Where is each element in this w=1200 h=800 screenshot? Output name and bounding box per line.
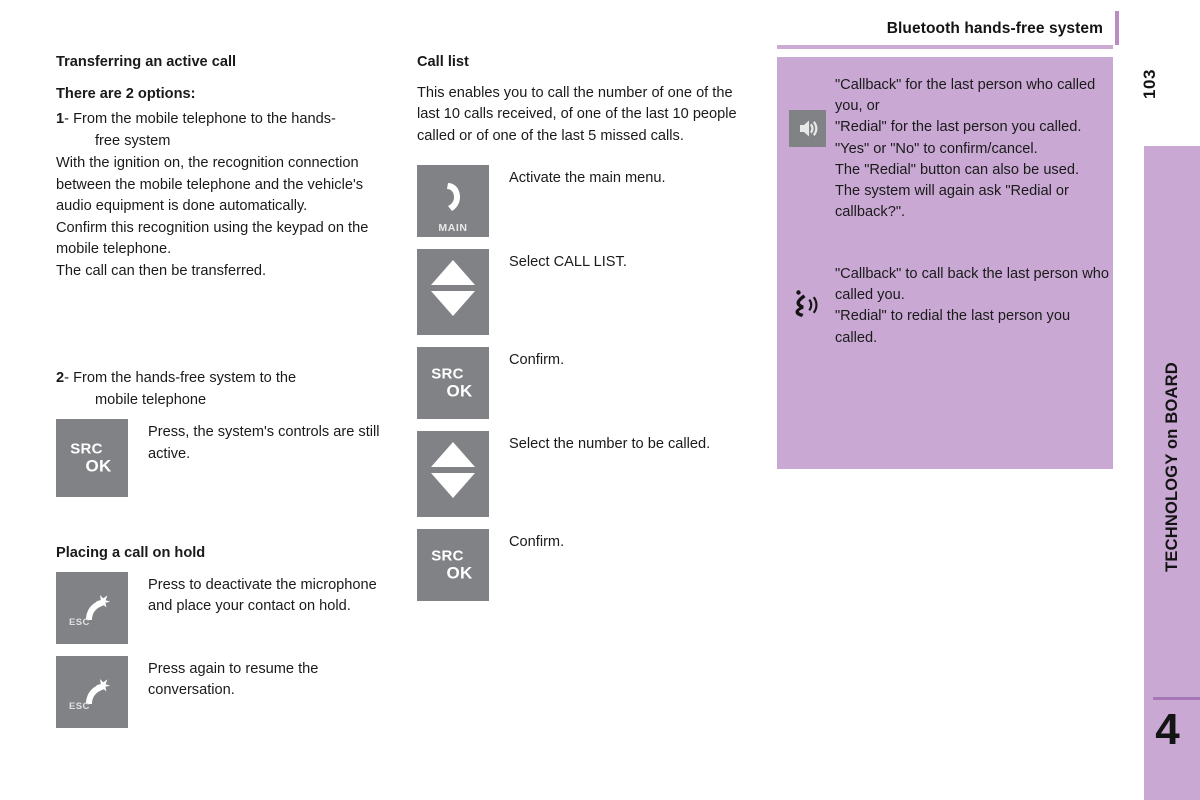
left-column: Transferring an active call There are 2 …	[56, 54, 402, 728]
speaker-icon	[788, 110, 826, 147]
step-esc-deactivate: ESC Press to deactivate the microphone a…	[56, 571, 402, 644]
paragraph-ignition-recognition: With the ignition on, the recognition co…	[56, 155, 364, 215]
page-number: 103	[1120, 54, 1180, 114]
page-title: Bluetooth hands-free system	[886, 20, 1103, 37]
option-2-number: 2	[56, 370, 65, 387]
main-label: MAIN	[438, 222, 468, 234]
panel-text-voice: "Callback" to call back the last person …	[835, 266, 1109, 346]
chapter-section-label-text: TECHNOLOGY on BOARD	[1162, 362, 1181, 572]
step-confirm-2: SRC OK Confirm.	[417, 529, 757, 601]
section-heading-transferring-call: Transferring an active call	[56, 54, 237, 70]
arrow-up-icon[interactable]	[431, 260, 475, 285]
src-ok-button[interactable]: SRC OK	[56, 419, 128, 498]
step-select-call-list: Select CALL LIST.	[417, 249, 757, 335]
src-ok-glyph: SRC OK	[56, 442, 128, 475]
arrow-down-icon[interactable]	[431, 473, 475, 498]
header-accent-tick	[1115, 11, 1119, 45]
chapter-sidebar: TECHNOLOGY on BOARD 4	[1144, 146, 1200, 800]
step-confirm-1: SRC OK Confirm.	[417, 347, 757, 419]
step-esc-resume: ESC Press again to resume the conversati…	[56, 655, 402, 728]
section-heading-call-list: Call list	[417, 54, 469, 70]
handset-hook-icon: MAIN	[417, 179, 489, 234]
section-heading-call-on-hold: Placing a call on hold	[56, 545, 206, 562]
up-down-arrows-button[interactable]	[417, 431, 489, 517]
src-ok-button[interactable]: SRC OK	[417, 529, 489, 601]
icon-slot	[788, 264, 826, 326]
step-caption: Press, the system's controls are still a…	[148, 424, 380, 462]
step-caption: Press to deactivate the microphone and p…	[148, 576, 377, 615]
paragraph-confirm-keypad: Confirm this recognition using the keypa…	[56, 219, 369, 258]
esc-button[interactable]: ESC	[56, 655, 128, 728]
option-2-dash: -	[64, 370, 69, 387]
middle-column: Call list This enables you to call the n…	[417, 54, 757, 601]
option-1-line2: free system	[95, 132, 171, 149]
step-caption: Confirm.	[509, 534, 565, 550]
step-caption: Press again to resume the conversation.	[148, 660, 319, 699]
voice-command-icon	[790, 289, 824, 326]
chapter-number: 4	[1155, 705, 1180, 754]
option-1-line1: From the mobile telephone to the hands-	[73, 111, 336, 128]
panel-block-speaker: "Callback" for the last person who calle…	[788, 75, 1113, 223]
option-1-dash: -	[64, 111, 69, 128]
page-number-value: 103	[1140, 69, 1159, 99]
option-2-line2: mobile telephone	[95, 391, 207, 408]
sidebar-separator	[1153, 697, 1200, 700]
esc-label: ESC	[69, 616, 90, 628]
paragraph-call-transferred: The call can then be transferred.	[56, 262, 267, 279]
icon-slot	[788, 75, 826, 147]
src-ok-glyph: SRC OK	[417, 549, 489, 582]
info-panel: "Callback" for the last person who calle…	[777, 57, 1113, 469]
esc-button[interactable]: ESC	[56, 571, 128, 644]
esc-label: ESC	[69, 700, 90, 712]
up-down-arrows-icon	[417, 442, 489, 498]
step-caption: Select CALL LIST.	[509, 254, 627, 270]
src-ok-button[interactable]: SRC OK	[417, 347, 489, 419]
step-main-menu: MAIN Activate the main menu.	[417, 165, 757, 237]
up-down-arrows-button[interactable]	[417, 249, 489, 335]
src-label: SRC	[431, 547, 464, 565]
header-rule	[777, 45, 1113, 49]
option-1-number: 1	[56, 111, 65, 128]
subheading-two-options: There are 2 options:	[56, 85, 196, 102]
ok-label: OK	[446, 381, 473, 401]
arrow-down-icon[interactable]	[431, 291, 475, 316]
ok-label: OK	[446, 563, 473, 583]
hangup-icon: ESC	[56, 672, 128, 717]
up-down-arrows-icon	[417, 260, 489, 316]
panel-block-voice: "Callback" to call back the last person …	[788, 264, 1113, 349]
step-caption: Confirm.	[509, 352, 565, 368]
ok-label: OK	[85, 456, 112, 476]
src-label: SRC	[431, 365, 464, 383]
panel-text-speaker: "Callback" for the last person who calle…	[835, 77, 1096, 221]
src-label: SRC	[70, 440, 103, 458]
src-ok-glyph: SRC OK	[417, 367, 489, 400]
step-caption: Activate the main menu.	[509, 170, 666, 186]
main-button[interactable]: MAIN	[417, 165, 489, 237]
chapter-section-label: TECHNOLOGY on BOARD	[1144, 178, 1200, 756]
hangup-icon: ESC	[56, 588, 128, 633]
step-select-number: Select the number to be called.	[417, 431, 757, 517]
option-2-line1: From the hands-free system to the	[73, 370, 297, 387]
option-1: 1- From the mobile telephone to the hand…	[56, 109, 402, 152]
step-src-ok-transfer: SRC OK Press, the system's controls are …	[56, 419, 402, 498]
paragraph-call-list: This enables you to call the number of o…	[417, 84, 737, 144]
step-caption: Select the number to be called.	[509, 436, 711, 452]
option-2: 2- From the hands-free system to the mob…	[56, 368, 402, 411]
arrow-up-icon[interactable]	[431, 442, 475, 467]
